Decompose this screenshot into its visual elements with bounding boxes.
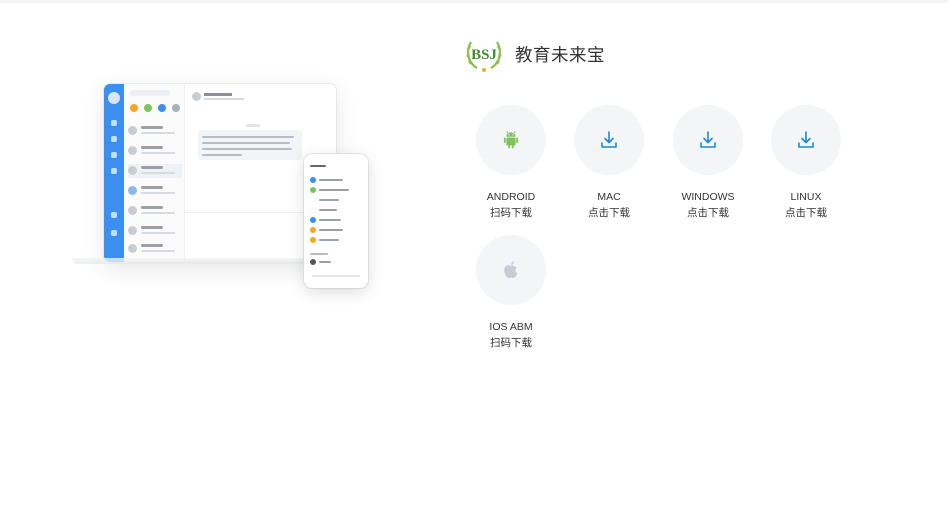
mac-download-button[interactable] (574, 105, 644, 175)
brand-logo-icon: BSJ (466, 41, 502, 72)
download-icon (601, 131, 617, 148)
android-action-label: 扫码下载 (490, 207, 532, 219)
windows-download-button[interactable] (673, 105, 743, 175)
brand-title: 教育未来宝 (515, 44, 605, 65)
download-windows[interactable]: WINDOWS 点击下载 (658, 105, 758, 221)
android-download-button[interactable] (476, 105, 546, 175)
download-android[interactable]: ANDROID 扫码下载 (461, 105, 561, 221)
download-linux[interactable]: LINUX 点击下载 (756, 105, 856, 221)
windows-platform-label: WINDOWS (681, 191, 735, 203)
windows-action-label: 点击下载 (687, 207, 729, 219)
brand-header: BSJ 教育未来宝 (463, 34, 605, 74)
linux-action-label: 点击下载 (785, 207, 827, 219)
product-mockup-image (72, 70, 372, 300)
desktop-app-preview (104, 84, 336, 262)
top-divider (0, 0, 948, 3)
linux-platform-label: LINUX (790, 191, 822, 203)
download-ios-abm[interactable]: IOS ABM 扫码下载 (461, 235, 561, 351)
android-platform-label: ANDROID (486, 191, 536, 203)
download-icon (798, 131, 814, 148)
mock-sidebar (104, 84, 124, 262)
apple-icon (504, 261, 518, 278)
mobile-app-preview (304, 154, 368, 288)
android-icon (503, 130, 519, 149)
ios-abm-download-button[interactable] (476, 235, 546, 305)
mac-platform-label: MAC (597, 191, 621, 203)
mock-contact-list (124, 84, 185, 262)
linux-download-button[interactable] (771, 105, 841, 175)
svg-text:BSJ: BSJ (471, 47, 497, 63)
ios-abm-platform-label: IOS ABM (489, 321, 533, 333)
download-mac[interactable]: MAC 点击下载 (559, 105, 659, 221)
download-icon (700, 131, 716, 148)
ios-abm-action-label: 扫码下载 (490, 337, 532, 349)
mac-action-label: 点击下载 (588, 207, 630, 219)
